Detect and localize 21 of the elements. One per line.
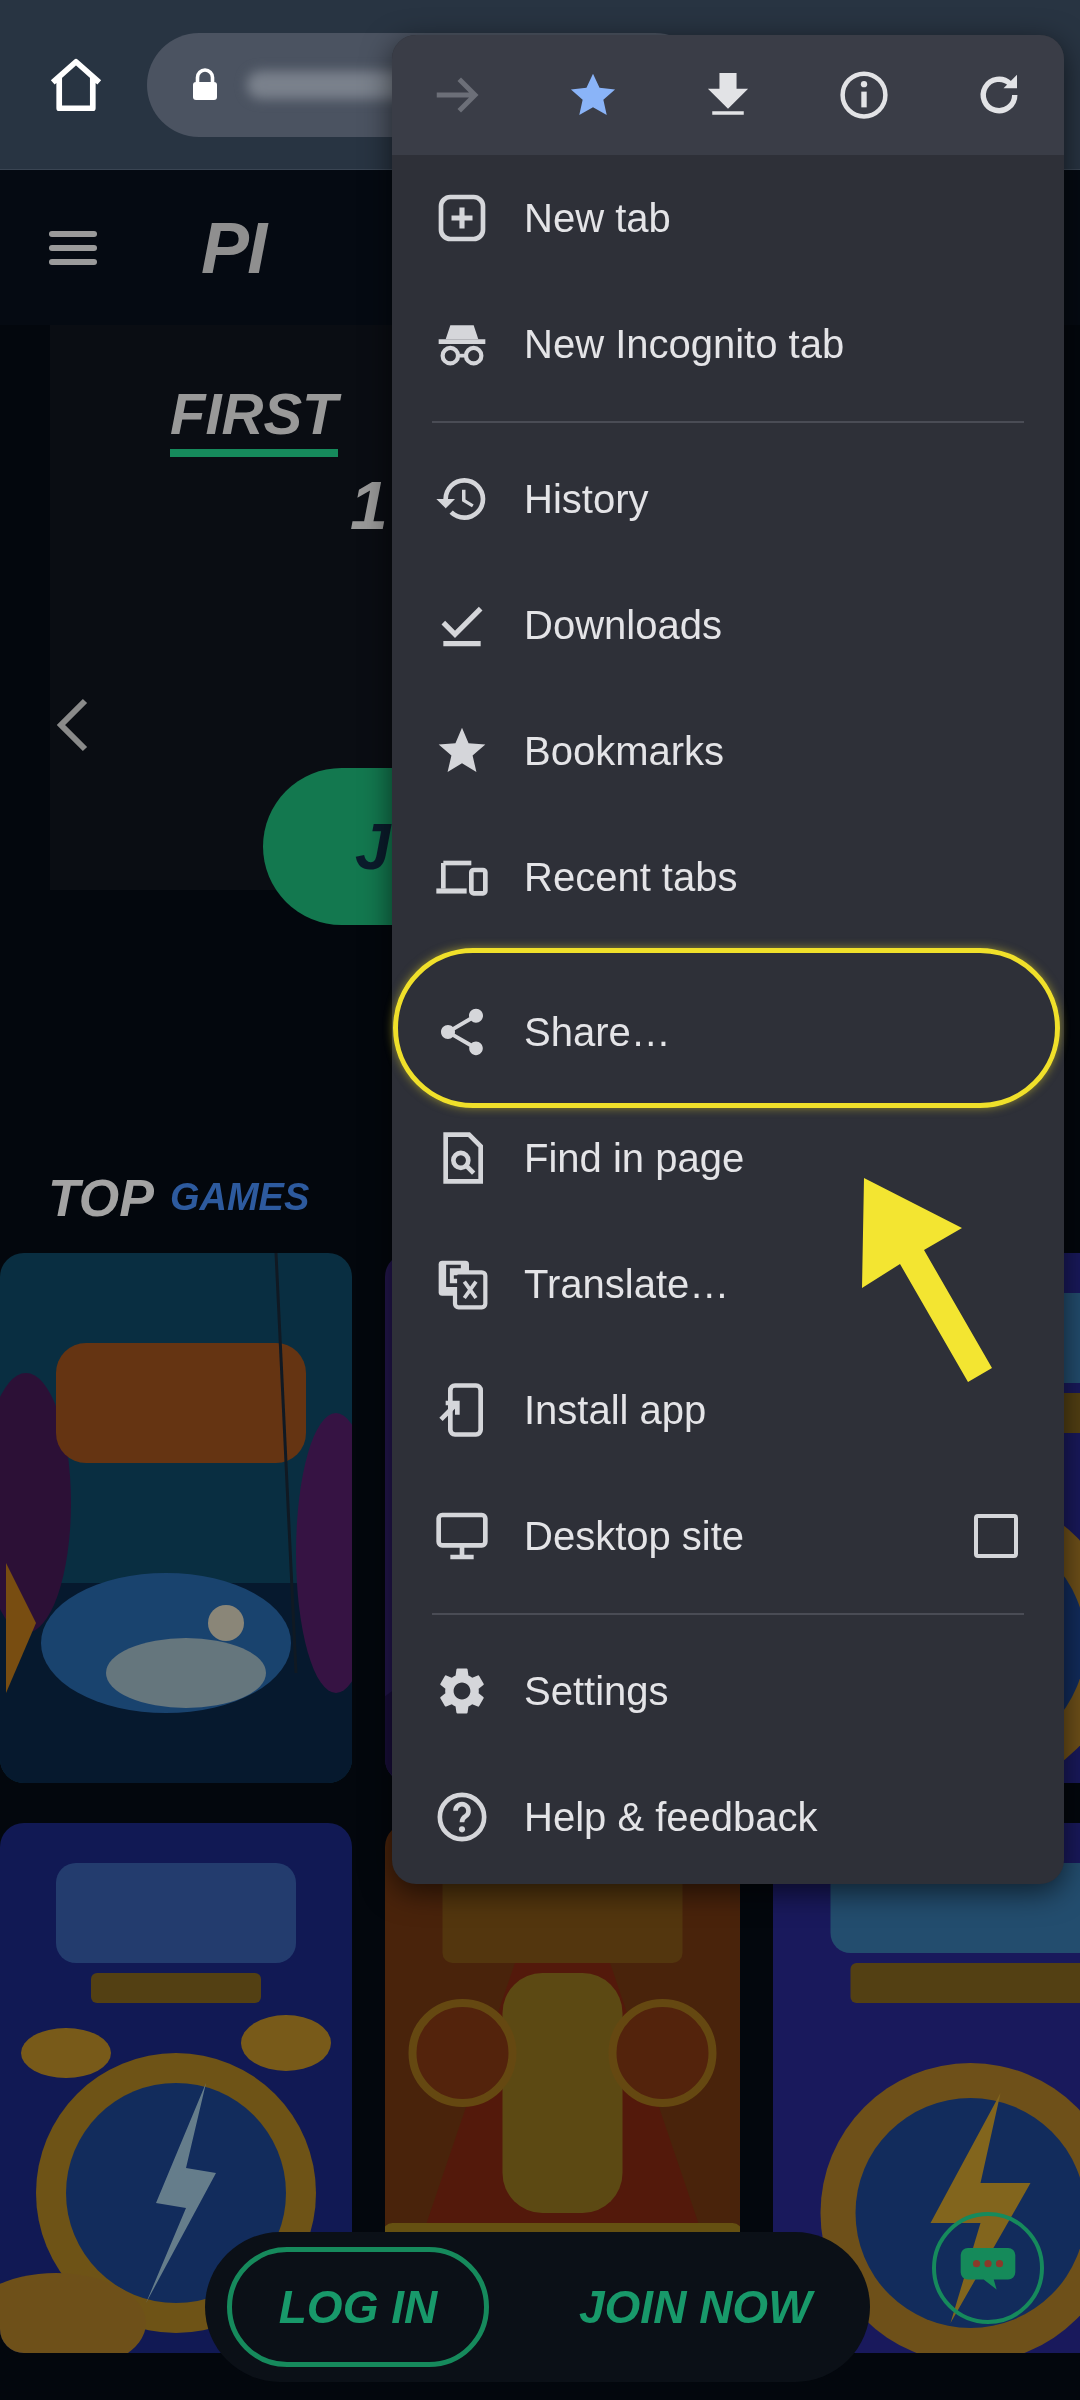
section-subtitle: GAMES xyxy=(169,1175,310,1220)
chat-bubble-icon xyxy=(959,2245,1017,2291)
menu-item[interactable]: Settings xyxy=(392,1628,1064,1754)
menu-item[interactable]: Help & feedback xyxy=(392,1754,1064,1880)
menu-item[interactable]: Desktop site xyxy=(392,1473,974,1599)
menu-item[interactable]: New tab xyxy=(392,155,1064,281)
menu-item[interactable]: New Incognito tab xyxy=(392,281,1064,407)
login-button[interactable]: LOG IN xyxy=(227,2247,489,2367)
banner-amount: 1 xyxy=(350,471,388,539)
checkbox[interactable] xyxy=(974,1514,1018,1558)
menu-item[interactable]: Share… xyxy=(392,969,1064,1095)
chat-button[interactable] xyxy=(932,2212,1044,2324)
site-logo: PI xyxy=(201,206,266,290)
menu-item[interactable]: Bookmarks xyxy=(392,688,1064,814)
menu-item[interactable]: Downloads xyxy=(392,562,1064,688)
section-title: TOP xyxy=(48,1167,154,1229)
menu-item[interactable]: History xyxy=(392,436,1064,562)
menu-item[interactable]: Find in page xyxy=(392,1095,1064,1221)
menu-item[interactable]: Recent tabs xyxy=(392,814,1064,940)
menu-item[interactable]: Install app xyxy=(392,1347,1064,1473)
menu-item[interactable]: Translate… xyxy=(392,1221,1064,1347)
